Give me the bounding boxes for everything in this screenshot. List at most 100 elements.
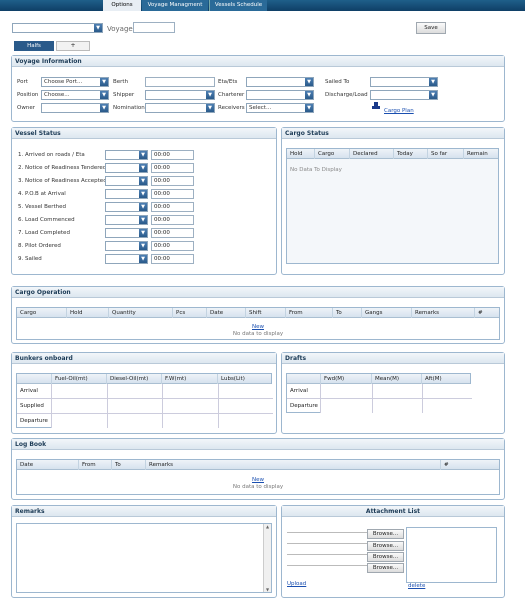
chevron-down-icon: ▼ [139, 164, 147, 172]
date-select[interactable]: ▼ [105, 215, 148, 225]
chevron-down-icon: ▼ [139, 177, 147, 185]
time-input[interactable]: 00:00 [151, 176, 194, 186]
vessel-status-label: 7. Load Completed [18, 230, 70, 236]
row-departure: Departure [287, 399, 321, 413]
vessel-status-label: 9. Sailed [18, 256, 42, 262]
discharge-load-label: Discharge/Load [325, 92, 368, 98]
browse-button[interactable]: Browse... [367, 541, 404, 551]
file-path-line[interactable] [287, 532, 367, 533]
tab-options[interactable]: Options [103, 0, 141, 11]
save-button[interactable]: Save [416, 22, 446, 34]
receivers-label: Receivers [218, 105, 245, 111]
port-select[interactable]: Choose Port... ▼ [41, 77, 109, 87]
tab-voyage-managment[interactable]: Voyage Managment [142, 0, 208, 11]
vessel-status-label: 1. Arrived on roads / Eta [18, 152, 85, 158]
col-aft: Aft(M) [425, 376, 442, 382]
position-label: Position [17, 92, 39, 98]
receivers-select-value: Select... [249, 105, 272, 111]
col-shift: Shift [246, 308, 286, 318]
panel-title: Voyage Information [12, 56, 504, 67]
col-hash: # [478, 310, 483, 316]
charterer-select[interactable]: ▼ [246, 90, 314, 100]
browse-button[interactable]: Browse... [367, 529, 404, 539]
attachment-listbox[interactable] [406, 527, 497, 583]
date-select[interactable]: ▼ [105, 241, 148, 251]
panel-title: Log Book [12, 439, 504, 450]
date-select[interactable]: ▼ [105, 189, 148, 199]
panel-title: Remarks [12, 506, 276, 517]
time-input[interactable]: 00:00 [151, 241, 194, 251]
row-arrival: Arrival [287, 384, 321, 399]
port-label: Port [17, 79, 28, 85]
date-select[interactable]: ▼ [105, 202, 148, 212]
nomination-select[interactable]: ▼ [145, 103, 215, 113]
col-remain: Remain [467, 151, 488, 157]
file-path-line[interactable] [287, 565, 367, 566]
delete-link[interactable]: delete [408, 583, 425, 589]
time-input[interactable]: 00:00 [151, 254, 194, 264]
sailed-to-select[interactable]: ▼ [370, 77, 438, 87]
file-path-line[interactable] [287, 554, 367, 555]
col-gangs: Gangs [362, 308, 412, 318]
new-link[interactable]: New [252, 477, 264, 483]
vessel-status-label: 8. Pilot Ordered [18, 243, 61, 249]
time-input[interactable]: 00:00 [151, 150, 194, 160]
drafts-cells[interactable] [321, 384, 472, 413]
date-select[interactable]: ▼ [105, 176, 148, 186]
time-input[interactable]: 00:00 [151, 163, 194, 173]
drafts-grid: Fwd(M) Mean(M) Aft(M) Arrival Departure [286, 373, 472, 413]
col-lubs: Lubs(Lit) [221, 376, 245, 382]
time-input[interactable]: 00:00 [151, 228, 194, 238]
time-input[interactable]: 00:00 [151, 189, 194, 199]
col-to: To [333, 308, 362, 318]
col-diesel-oil: Diesel-Oil(mt) [107, 374, 162, 384]
eta-select[interactable]: ▼ [246, 77, 314, 87]
berth-input[interactable] [145, 77, 215, 87]
chevron-down-icon: ▼ [94, 24, 102, 32]
tab-vessels-schedule[interactable]: Vessels Schedule [209, 0, 267, 11]
browse-button[interactable]: Browse... [367, 563, 404, 573]
date-select[interactable]: ▼ [105, 228, 148, 238]
chevron-down-icon: ▼ [139, 229, 147, 237]
shipper-select[interactable]: ▼ [145, 90, 215, 100]
scrollbar[interactable]: ▲ ▼ [263, 524, 271, 592]
browse-button[interactable]: Browse... [367, 552, 404, 562]
vessel-select[interactable]: ▼ [12, 23, 103, 33]
col-cargo: Cargo [17, 308, 67, 318]
tab-halfs[interactable]: Halfs [14, 41, 54, 51]
col-mean: Mean(M) [372, 374, 422, 384]
col-fuel-oil: Fuel-Oil(mt) [52, 374, 107, 384]
upload-link[interactable]: Upload [287, 581, 306, 587]
add-tab-button[interactable]: + [56, 41, 90, 51]
scroll-up-icon[interactable]: ▲ [264, 524, 271, 529]
discharge-load-select[interactable]: ▼ [370, 90, 438, 100]
date-select[interactable]: ▼ [105, 254, 148, 264]
date-select[interactable]: ▼ [105, 163, 148, 173]
col-so-far: So far [428, 149, 464, 159]
owner-select[interactable]: ▼ [41, 103, 109, 113]
chevron-down-icon: ▼ [139, 190, 147, 198]
nomination-label: Nomination [113, 105, 145, 111]
position-select[interactable]: Choose... ▼ [41, 90, 109, 100]
position-select-value: Choose... [44, 92, 70, 98]
file-path-line[interactable] [287, 543, 367, 544]
chevron-down-icon: ▼ [139, 216, 147, 224]
time-input[interactable]: 00:00 [151, 215, 194, 225]
divider [422, 384, 423, 413]
vessel-status-label: 2. Notice of Readiness Tendered [18, 165, 107, 171]
voyage-input[interactable] [133, 22, 175, 33]
cargo-status-grid: Hold Cargo Declared Today So far Remain … [286, 148, 499, 264]
panel-title: Attachment List [282, 506, 504, 517]
date-select[interactable]: ▼ [105, 150, 148, 160]
berth-label: Berth [113, 79, 129, 85]
col-blank [17, 374, 52, 384]
time-input[interactable]: 00:00 [151, 202, 194, 212]
new-link[interactable]: New [252, 324, 264, 330]
cargo-plan-link[interactable]: Cargo Plan [384, 108, 414, 114]
owner-label: Owner [17, 105, 35, 111]
receivers-select[interactable]: Select... ▼ [246, 103, 314, 113]
voyage-label: Voyage [107, 25, 133, 33]
remarks-textarea[interactable]: ▲ ▼ [16, 523, 272, 593]
col-fwd: Fwd(M) [321, 374, 372, 384]
scroll-down-icon[interactable]: ▼ [264, 587, 271, 592]
